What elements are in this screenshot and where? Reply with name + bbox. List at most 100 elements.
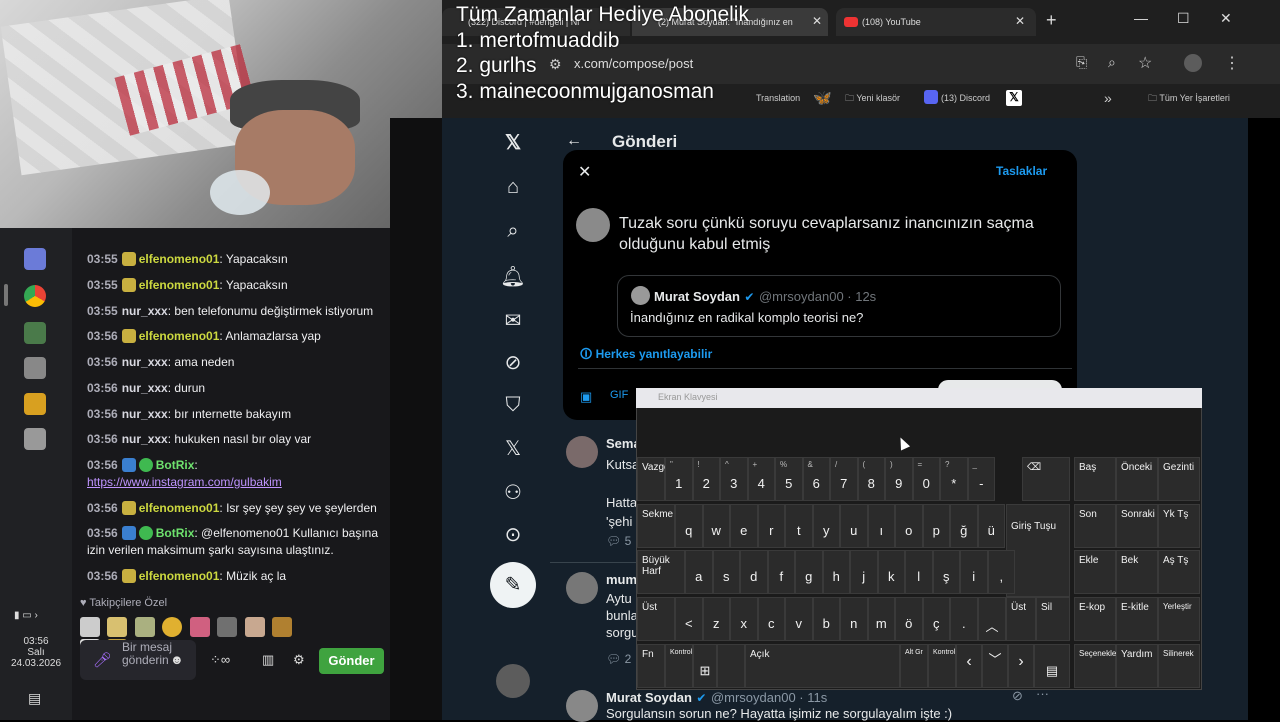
chat-input[interactable]: 🎤︎ Bir mesaj gönderin ☻ [80, 640, 196, 680]
app-icon[interactable] [24, 248, 46, 270]
delete-key[interactable]: Sil [1036, 597, 1070, 641]
nav-key[interactable]: Bek [1116, 550, 1158, 594]
key[interactable]: i [960, 550, 988, 594]
nav-key[interactable]: Baş [1074, 457, 1116, 501]
key[interactable]: m [867, 597, 895, 641]
more-icon[interactable]: ⊙ [500, 522, 526, 548]
key[interactable]: ğ [950, 504, 978, 548]
right-arrow-key[interactable]: › [1008, 644, 1034, 688]
notifications-icon[interactable]: 🔔︎ [500, 264, 526, 290]
nav-key[interactable]: Seçenekler [1074, 644, 1119, 688]
key[interactable]: ı [867, 504, 895, 548]
chat-username[interactable]: nur_xxx [122, 381, 168, 395]
nav-key[interactable]: E-kitle [1116, 597, 1158, 641]
emote-icon[interactable] [189, 617, 210, 637]
emote-icon[interactable] [107, 617, 128, 637]
key[interactable]: o [895, 504, 923, 548]
tab-key[interactable]: Sekme [637, 504, 675, 548]
chat-username[interactable]: nur_xxx [122, 304, 168, 318]
search-icon[interactable]: ⌕ [500, 220, 526, 246]
feed-name[interactable]: mum [606, 572, 637, 587]
key[interactable]: x [730, 597, 758, 641]
shift-right-key[interactable]: Üst [1006, 597, 1036, 641]
up-arrow-key[interactable]: ︿ [978, 597, 1006, 641]
send-button[interactable]: Gönder [319, 648, 384, 674]
nav-key[interactable]: Silinerek [1158, 644, 1200, 688]
chat-username[interactable]: nur_xxx [122, 355, 168, 369]
chat-username[interactable]: BotRix [156, 526, 195, 540]
key[interactable]: = 0 [912, 457, 940, 501]
emoji-icon[interactable]: ☻ [170, 652, 184, 667]
x-bookmark-icon[interactable]: 𝕏 [1006, 90, 1022, 106]
left-arrow-key[interactable]: ‹ [956, 644, 982, 688]
key[interactable]: . [950, 597, 978, 641]
key[interactable]: & 6 [802, 457, 830, 501]
key[interactable]: % 5 [775, 457, 803, 501]
key[interactable]: w [702, 504, 730, 548]
nav-key[interactable]: Gezinti [1158, 457, 1200, 501]
key[interactable]: d [740, 550, 768, 594]
key-escape[interactable]: Vazgeç [637, 457, 675, 501]
chat-username[interactable]: elfenomeno01 [139, 329, 220, 343]
chat-username[interactable]: elfenomeno01 [139, 569, 220, 583]
key[interactable]: v [785, 597, 813, 641]
chat-link[interactable]: https://www.instagram.com/gulbakim [87, 475, 282, 489]
drafts-button[interactable]: Taslaklar [996, 164, 1047, 178]
maximize-button[interactable]: ☐ [1177, 10, 1190, 27]
grok-icon[interactable]: ⊘ [500, 350, 526, 376]
chrome-icon[interactable] [24, 285, 46, 307]
butterfly-icon[interactable]: 🦋 [813, 89, 832, 107]
home-icon[interactable]: ⌂ [500, 176, 526, 202]
emote-icon[interactable] [162, 617, 183, 637]
gif-icon[interactable]: GIF [610, 389, 628, 401]
altgr-key[interactable]: Alt Gr [900, 644, 928, 688]
nav-key[interactable]: E-kop [1074, 597, 1116, 641]
key[interactable]: s [712, 550, 740, 594]
key[interactable]: ! 2 [692, 457, 720, 501]
key[interactable]: e [730, 504, 758, 548]
feed-avatar[interactable] [566, 436, 598, 468]
close-window-button[interactable]: ✕ [1220, 10, 1232, 27]
key[interactable]: b [812, 597, 840, 641]
key[interactable]: h [822, 550, 850, 594]
alt-key[interactable] [717, 644, 745, 688]
new-tab-button[interactable]: + [1046, 10, 1057, 31]
backspace-key[interactable]: ⌫ [1022, 457, 1070, 501]
minimize-button[interactable]: — [1134, 10, 1148, 26]
key[interactable]: t [785, 504, 813, 548]
compose-textarea[interactable]: Tuzak soru çünkü soruyu cevaplarsanız in… [619, 213, 1039, 255]
chat-username[interactable]: BotRix [156, 458, 195, 472]
key[interactable]: " 1 [665, 457, 693, 501]
tray-icons[interactable]: ▮ ▭ › [14, 610, 38, 621]
key[interactable]: +4 [747, 457, 775, 501]
enter-key[interactable]: Giriş Tuşu [1006, 504, 1070, 597]
post-button[interactable]: ✎ [490, 562, 536, 608]
profile-icon[interactable]: ⚇ [500, 480, 526, 506]
emote-icon[interactable] [272, 617, 293, 637]
key[interactable]: n [840, 597, 868, 641]
key[interactable]: ü [977, 504, 1005, 548]
emote-icon[interactable] [134, 617, 155, 637]
notification-icon[interactable]: ▤ [28, 690, 41, 707]
key[interactable]: p [922, 504, 950, 548]
down-arrow-key[interactable]: ﹀ [982, 644, 1008, 688]
key[interactable]: l [905, 550, 933, 594]
emote-icon[interactable] [80, 617, 100, 637]
store-icon[interactable]: ▥ [262, 652, 274, 668]
feed-avatar[interactable] [566, 690, 598, 722]
menu-key[interactable]: ▤ [1034, 644, 1070, 688]
nav-key[interactable]: Yerleştir [1158, 597, 1200, 641]
app-icon[interactable] [24, 428, 46, 450]
feed-avatar[interactable] [566, 572, 598, 604]
reply-count[interactable]: 💬︎ 5 [606, 534, 631, 548]
ctrl-key[interactable]: Kontrol [665, 644, 693, 688]
mic-icon[interactable]: 🎤︎ [93, 651, 112, 669]
key[interactable]: q [675, 504, 703, 548]
reply-count[interactable]: 💬︎ 2 [606, 652, 631, 666]
chat-username[interactable]: nur_xxx [122, 407, 168, 421]
nav-key[interactable]: Son [1074, 504, 1116, 548]
emote-icon[interactable] [217, 617, 238, 637]
key[interactable]: c [757, 597, 785, 641]
account-avatar[interactable] [496, 664, 530, 698]
key[interactable]: u [840, 504, 868, 548]
